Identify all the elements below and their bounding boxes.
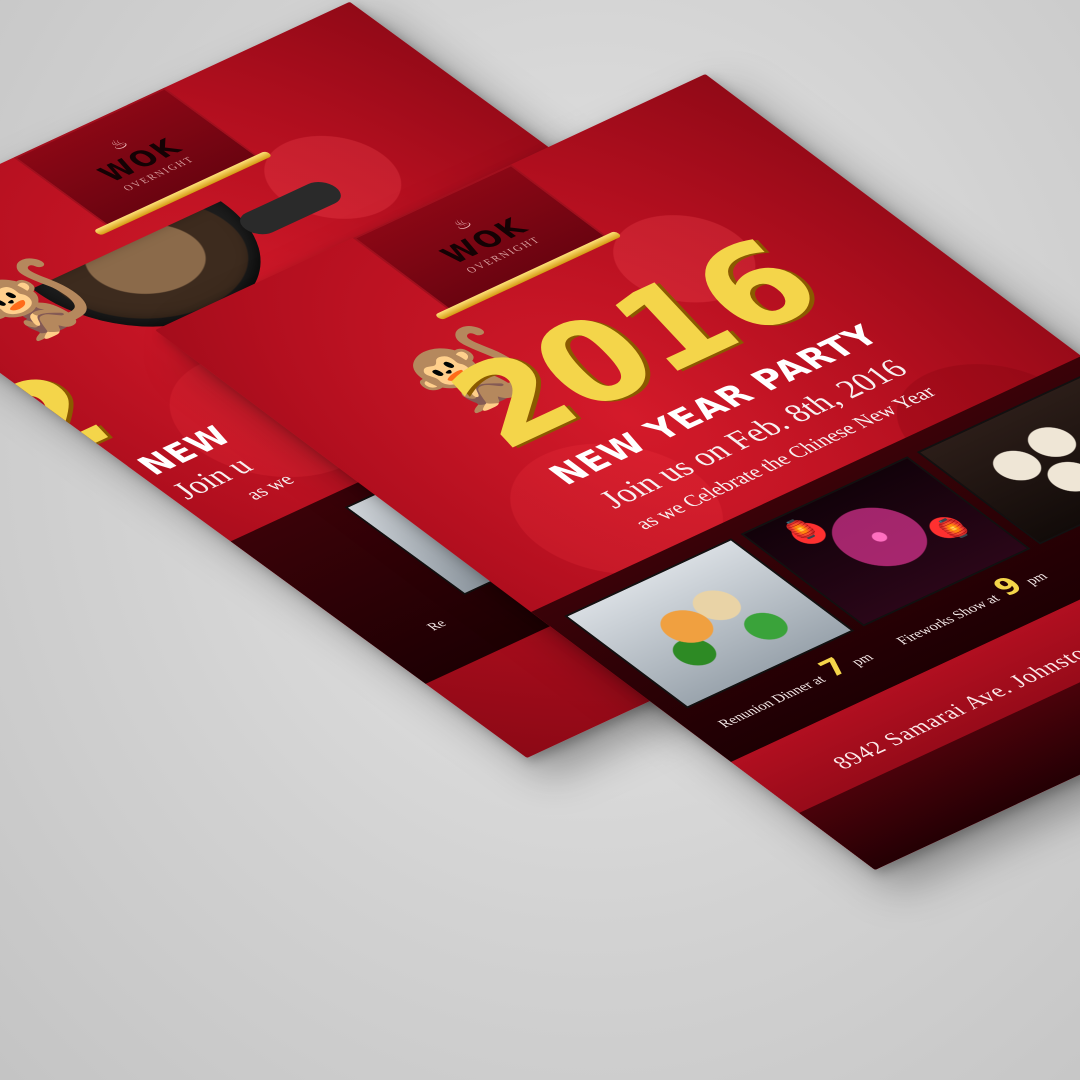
lantern-icon: 🏮 — [928, 513, 980, 544]
mockup-stage: ♨ WOK OVERNIGHT 🐒 2 NEW Join u as we Re … — [0, 0, 1080, 1080]
event-suffix: pm — [1022, 570, 1052, 588]
event-suffix: pm — [848, 651, 878, 669]
lantern-icon: 🏮 — [776, 514, 828, 545]
